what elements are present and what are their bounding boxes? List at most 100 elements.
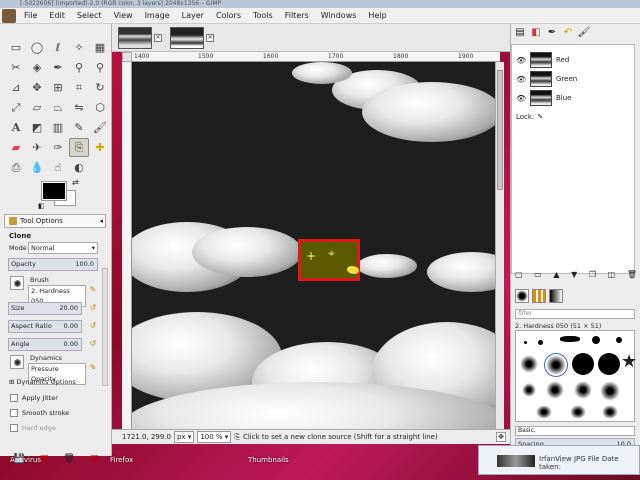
paths-icon[interactable]: ✒ (48, 58, 68, 77)
menu-help[interactable]: Help (362, 8, 392, 24)
brush-dot[interactable] (546, 381, 564, 399)
lower-channel-icon[interactable]: ▼ (571, 270, 577, 282)
eye-icon[interactable]: 👁 (516, 56, 526, 65)
airbrush-icon[interactable]: ✈ (27, 138, 47, 157)
layers-tab-icon[interactable]: ▤ (513, 26, 527, 40)
brush-dot[interactable] (598, 353, 620, 375)
brush-filter-input[interactable]: filter (515, 309, 635, 319)
close-icon[interactable]: × (154, 34, 162, 42)
tab-tool-options[interactable]: Tool Options ◂ (4, 214, 106, 228)
image-tab-1[interactable]: × (118, 26, 162, 50)
channel-row-red[interactable]: 👁 Red (516, 51, 569, 69)
patterns-tab-icon[interactable] (532, 289, 546, 303)
cage-icon[interactable]: ⬡ (90, 98, 110, 117)
fuzzy-select-icon[interactable]: ✧ (69, 38, 89, 57)
brush-dot[interactable] (592, 336, 600, 344)
edit-channel-icon[interactable]: ▢ (515, 270, 523, 282)
brush-dot[interactable] (616, 337, 622, 343)
delete-channel-icon[interactable]: 🗑 (627, 270, 637, 282)
gradients-tab-icon[interactable] (549, 289, 563, 303)
brush-tag-select[interactable]: Basic, (515, 426, 635, 436)
rotate-icon[interactable]: ↻ (90, 78, 110, 97)
heal-icon[interactable]: ✚ (90, 138, 110, 157)
paths-tab-icon[interactable]: ✒ (545, 26, 559, 40)
smudge-icon[interactable]: ☝ (48, 158, 68, 177)
navigate-icon[interactable]: ✥ (496, 432, 506, 442)
dodge-burn-icon[interactable]: ◐ (69, 158, 89, 177)
unit-select[interactable]: px ▾ (173, 431, 195, 443)
zoom-icon[interactable]: ⚲ (90, 58, 110, 77)
rect-select-icon[interactable]: ▭ (6, 38, 26, 57)
perspective-clone-icon[interactable]: ⎙ (6, 158, 26, 177)
brush-grid[interactable]: ★ (515, 330, 637, 422)
scale-icon[interactable]: ⤢ (6, 98, 26, 117)
menu-filters[interactable]: Filters (279, 8, 315, 24)
eye-icon[interactable]: 👁 (516, 75, 526, 84)
brush-dot[interactable] (560, 336, 580, 342)
brush-dot[interactable] (520, 355, 538, 373)
menu-colors[interactable]: Colors (210, 8, 247, 24)
aspect-reset-icon[interactable]: ↺ (88, 321, 98, 331)
menu-image[interactable]: Image (139, 8, 176, 24)
brush-dot[interactable] (574, 381, 592, 399)
free-select-icon[interactable]: ℓ (48, 38, 68, 57)
image-tab-2[interactable]: × (170, 26, 214, 50)
brush-dot[interactable] (536, 405, 552, 419)
apply-jitter-checkbox[interactable] (10, 394, 18, 402)
color-select-icon[interactable]: ▦ (90, 38, 110, 57)
close-icon[interactable]: × (206, 34, 214, 42)
eraser-icon[interactable]: ▰ (6, 138, 26, 157)
brush-dot[interactable] (522, 383, 536, 397)
foreground-color-swatch[interactable] (41, 181, 67, 201)
mode-select[interactable]: Normal ▾ (28, 242, 98, 254)
aspect-ratio-slider[interactable]: Aspect Ratio 0.00 (8, 320, 82, 333)
brush-dot[interactable] (602, 405, 618, 419)
ruler-vertical[interactable] (122, 62, 132, 444)
measure-icon[interactable]: ⊿ (6, 78, 26, 97)
dynamics-preview[interactable] (10, 355, 24, 369)
ink-icon[interactable]: ✑ (48, 138, 68, 157)
raise-channel-icon[interactable]: ▲ (553, 270, 559, 282)
menu-tools[interactable]: Tools (247, 8, 279, 24)
brush-preview[interactable] (10, 276, 24, 290)
angle-slider[interactable]: Angle 0.00 (8, 338, 82, 351)
dynamics-options-expander[interactable]: ⊞ Dynamics Options (9, 378, 76, 386)
ellipse-select-icon[interactable]: ◯ (27, 38, 47, 57)
tool-options-scrollbar[interactable] (102, 268, 108, 386)
taskbar-label-thumbnails[interactable]: Thumbnails (248, 456, 289, 464)
angle-reset-icon[interactable]: ↺ (88, 339, 98, 349)
tab-menu-icon[interactable]: ◂ (99, 217, 103, 225)
eye-icon[interactable]: 👁 (516, 94, 526, 103)
zoom-select[interactable]: 100 % ▾ (197, 431, 232, 443)
smooth-stroke-checkbox[interactable] (10, 409, 18, 417)
ruler-corner[interactable] (122, 52, 132, 62)
taskbar-label-firefox[interactable]: Firefox (110, 456, 133, 464)
star-brush-icon[interactable]: ★ (621, 353, 637, 371)
edit-brush-icon[interactable]: ✎ (88, 285, 98, 295)
taskbar-label-antivirus[interactable]: Antivirus (10, 456, 41, 464)
blur-icon[interactable]: 💧 (27, 158, 47, 177)
opacity-slider[interactable]: Opacity 100.0 (8, 258, 98, 271)
reset-colors-icon[interactable]: ◧ (38, 202, 45, 210)
scissors-icon[interactable]: ✂ (6, 58, 26, 77)
gimp-app-icon[interactable] (2, 8, 16, 23)
shear-icon[interactable]: ▱ (27, 98, 47, 117)
foreground-select-icon[interactable]: ◈ (27, 58, 47, 77)
size-slider[interactable]: Size 20.00 (8, 302, 82, 315)
menu-select[interactable]: Select (71, 8, 108, 24)
swap-colors-icon[interactable]: ⇄ (72, 178, 79, 187)
brush-dot-selected[interactable] (544, 353, 568, 377)
brush-dot[interactable] (524, 341, 527, 344)
ruler-horizontal[interactable]: 1400 1500 1600 1700 1800 1900 (132, 52, 500, 62)
brushes-tab-icon[interactable] (515, 289, 529, 303)
menu-windows[interactable]: Windows (315, 8, 363, 24)
clone-icon[interactable]: ⎘ (69, 138, 89, 157)
irfanview-window[interactable]: IrfanView JPG File Date taken: (478, 445, 640, 475)
brush-dot[interactable] (538, 340, 543, 345)
bucket-fill-icon[interactable]: ◩ (27, 118, 47, 137)
canvas-vertical-scrollbar[interactable] (495, 62, 504, 444)
brush-tab-icon[interactable]: 🖌 (577, 26, 591, 40)
perspective-icon[interactable]: ⏢ (48, 98, 68, 117)
brush-dot[interactable] (570, 405, 586, 419)
channel-row-green[interactable]: 👁 Green (516, 70, 577, 88)
